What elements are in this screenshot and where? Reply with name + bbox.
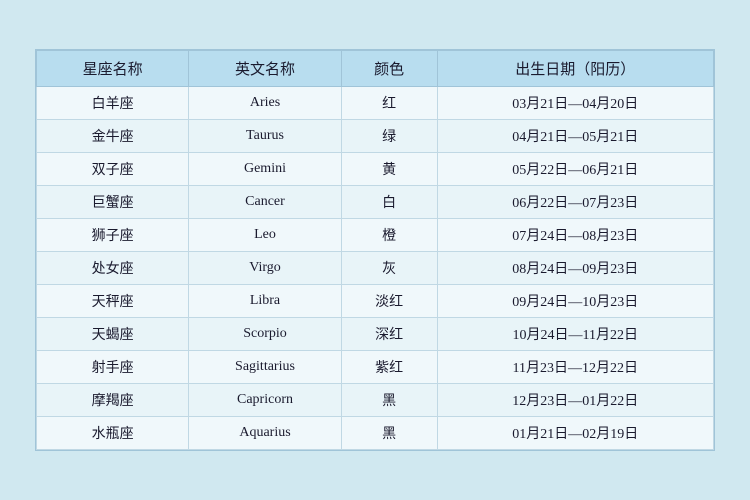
header-dates: 出生日期（阳历） [437, 51, 713, 87]
cell-5-1: Virgo [189, 252, 341, 285]
cell-3-1: Cancer [189, 186, 341, 219]
cell-9-2: 黑 [341, 384, 437, 417]
cell-1-0: 金牛座 [37, 120, 189, 153]
cell-0-3: 03月21日—04月20日 [437, 87, 713, 120]
table-row: 金牛座Taurus绿04月21日—05月21日 [37, 120, 714, 153]
cell-3-2: 白 [341, 186, 437, 219]
cell-10-2: 黑 [341, 417, 437, 450]
cell-8-1: Sagittarius [189, 351, 341, 384]
cell-4-1: Leo [189, 219, 341, 252]
table-row: 水瓶座Aquarius黑01月21日—02月19日 [37, 417, 714, 450]
cell-10-3: 01月21日—02月19日 [437, 417, 713, 450]
table-row: 摩羯座Capricorn黑12月23日—01月22日 [37, 384, 714, 417]
cell-3-0: 巨蟹座 [37, 186, 189, 219]
cell-2-1: Gemini [189, 153, 341, 186]
table-header-row: 星座名称 英文名称 颜色 出生日期（阳历） [37, 51, 714, 87]
cell-6-1: Libra [189, 285, 341, 318]
cell-8-3: 11月23日—12月22日 [437, 351, 713, 384]
table-row: 白羊座Aries红03月21日—04月20日 [37, 87, 714, 120]
cell-9-0: 摩羯座 [37, 384, 189, 417]
cell-1-1: Taurus [189, 120, 341, 153]
cell-10-0: 水瓶座 [37, 417, 189, 450]
cell-2-0: 双子座 [37, 153, 189, 186]
cell-2-3: 05月22日—06月21日 [437, 153, 713, 186]
table-row: 双子座Gemini黄05月22日—06月21日 [37, 153, 714, 186]
cell-6-0: 天秤座 [37, 285, 189, 318]
table-row: 天秤座Libra淡红09月24日—10月23日 [37, 285, 714, 318]
zodiac-table: 星座名称 英文名称 颜色 出生日期（阳历） 白羊座Aries红03月21日—04… [36, 50, 714, 450]
cell-4-0: 狮子座 [37, 219, 189, 252]
header-color: 颜色 [341, 51, 437, 87]
table-row: 处女座Virgo灰08月24日—09月23日 [37, 252, 714, 285]
cell-1-2: 绿 [341, 120, 437, 153]
cell-7-1: Scorpio [189, 318, 341, 351]
cell-5-3: 08月24日—09月23日 [437, 252, 713, 285]
cell-7-0: 天蝎座 [37, 318, 189, 351]
table-body: 白羊座Aries红03月21日—04月20日金牛座Taurus绿04月21日—0… [37, 87, 714, 450]
cell-4-2: 橙 [341, 219, 437, 252]
zodiac-table-container: 星座名称 英文名称 颜色 出生日期（阳历） 白羊座Aries红03月21日—04… [35, 49, 715, 451]
table-row: 狮子座Leo橙07月24日—08月23日 [37, 219, 714, 252]
table-row: 天蝎座Scorpio深红10月24日—11月22日 [37, 318, 714, 351]
cell-0-1: Aries [189, 87, 341, 120]
cell-0-2: 红 [341, 87, 437, 120]
cell-10-1: Aquarius [189, 417, 341, 450]
header-chinese-name: 星座名称 [37, 51, 189, 87]
cell-3-3: 06月22日—07月23日 [437, 186, 713, 219]
cell-4-3: 07月24日—08月23日 [437, 219, 713, 252]
cell-1-3: 04月21日—05月21日 [437, 120, 713, 153]
table-row: 巨蟹座Cancer白06月22日—07月23日 [37, 186, 714, 219]
cell-8-0: 射手座 [37, 351, 189, 384]
cell-0-0: 白羊座 [37, 87, 189, 120]
cell-7-2: 深红 [341, 318, 437, 351]
cell-8-2: 紫红 [341, 351, 437, 384]
cell-5-2: 灰 [341, 252, 437, 285]
cell-2-2: 黄 [341, 153, 437, 186]
cell-5-0: 处女座 [37, 252, 189, 285]
cell-6-2: 淡红 [341, 285, 437, 318]
cell-9-3: 12月23日—01月22日 [437, 384, 713, 417]
cell-7-3: 10月24日—11月22日 [437, 318, 713, 351]
cell-6-3: 09月24日—10月23日 [437, 285, 713, 318]
table-row: 射手座Sagittarius紫红11月23日—12月22日 [37, 351, 714, 384]
header-english-name: 英文名称 [189, 51, 341, 87]
cell-9-1: Capricorn [189, 384, 341, 417]
